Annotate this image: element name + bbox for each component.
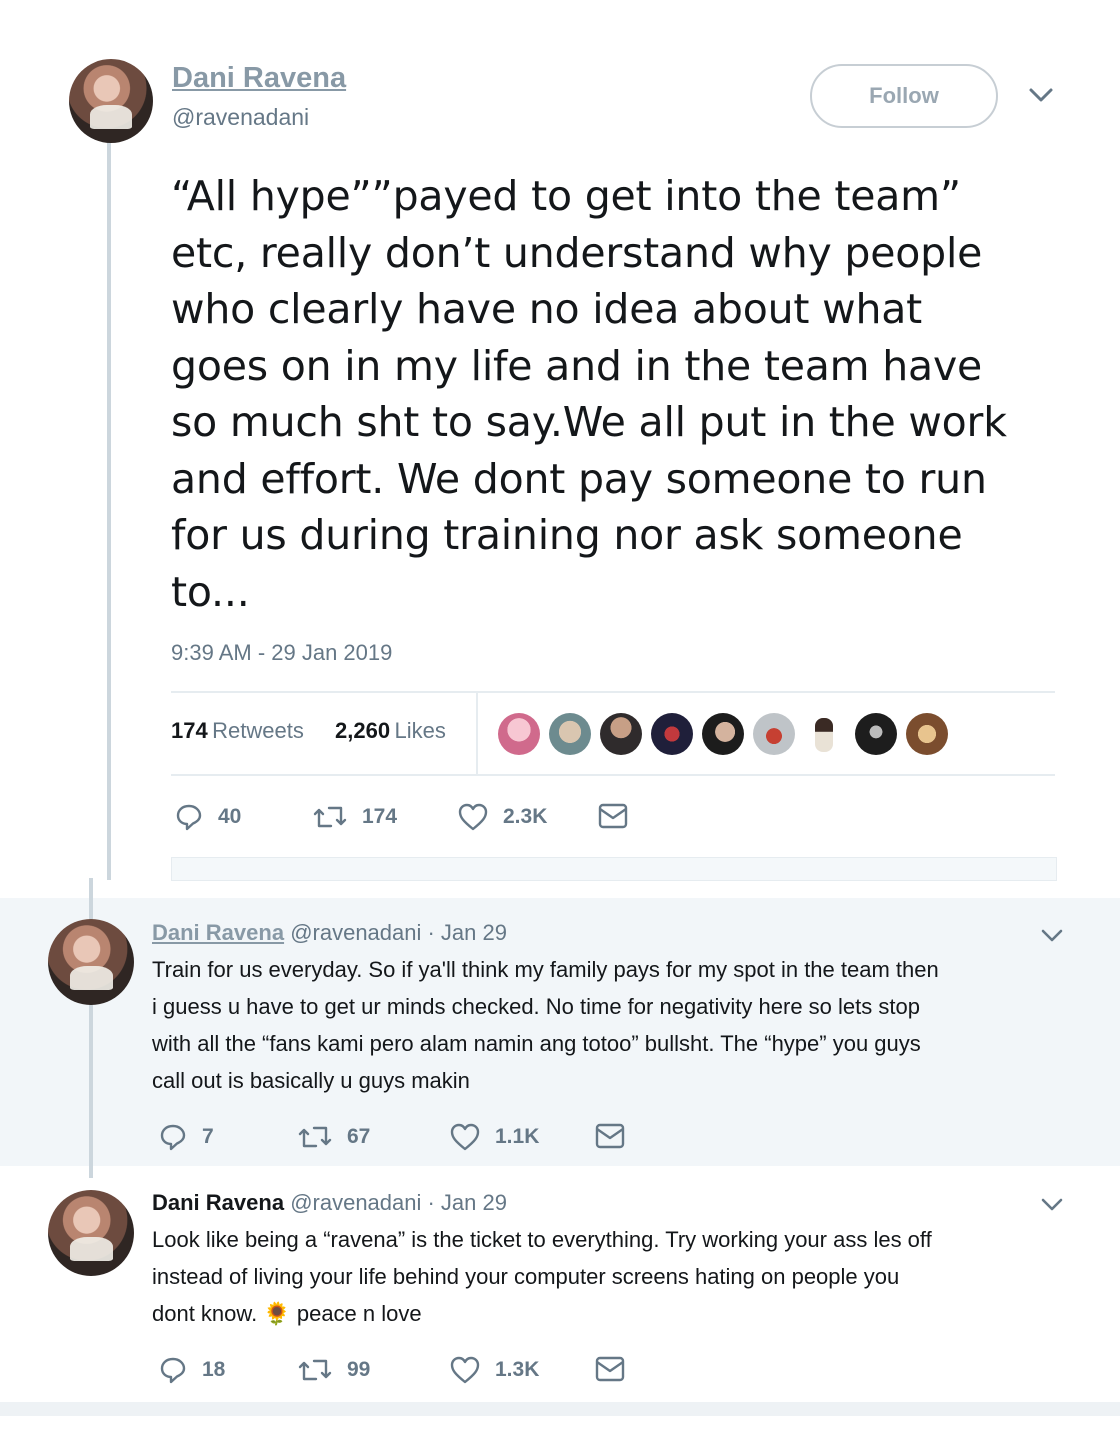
reply-action[interactable]: 7 (158, 1122, 214, 1152)
sunflower-emoji-icon: 🌻 (263, 1301, 291, 1326)
chevron-down-icon[interactable] (1040, 1197, 1064, 1218)
reply-count: 7 (202, 1125, 214, 1148)
retweet-count: 67 (347, 1125, 371, 1148)
reply-text-line: instead of living your life behind your … (152, 1264, 900, 1289)
like-action[interactable]: 2.3K (457, 802, 547, 832)
reply-icon (158, 1122, 188, 1152)
liker-avatar[interactable] (753, 713, 795, 755)
bottom-border (0, 1402, 1120, 1416)
liker-avatar[interactable] (600, 713, 642, 755)
chevron-down-icon[interactable] (1040, 928, 1064, 949)
message-icon (594, 1122, 626, 1150)
liker-avatar[interactable] (815, 718, 833, 752)
reply-header: Dani Ravena @ravenadani · Jan 29 (152, 1190, 507, 1216)
retweets-stat[interactable]: 174 Retweets (171, 718, 304, 744)
retweet-icon (297, 1355, 333, 1385)
reply-text: Train for us everyday. So if ya'll think… (152, 957, 939, 1093)
divider (171, 774, 1055, 776)
tweet-timestamp[interactable]: 9:39 AM - 29 Jan 2019 (171, 640, 392, 666)
retweet-icon (297, 1122, 333, 1152)
retweet-count: 99 (347, 1358, 371, 1381)
reply-author-name[interactable]: Dani Ravena (152, 920, 284, 945)
likes-count: 2,260 (335, 718, 391, 743)
likes-label: Likes (394, 718, 446, 743)
reply-count: 40 (218, 805, 242, 828)
reply-composer-bar[interactable] (171, 857, 1057, 881)
retweet-count: 174 (362, 805, 398, 828)
reply-header: Dani Ravena @ravenadani · Jan 29 (152, 920, 507, 946)
reply-icon (158, 1355, 188, 1385)
follow-label: Follow (869, 83, 939, 108)
message-action[interactable] (594, 1355, 626, 1383)
avatar[interactable] (48, 919, 134, 1005)
reply-icon (174, 802, 204, 832)
avatar[interactable] (48, 1190, 134, 1276)
reply-author-name[interactable]: Dani Ravena (152, 1190, 284, 1215)
like-count: 1.3K (495, 1358, 540, 1381)
retweets-label: Retweets (212, 718, 304, 743)
retweet-action[interactable]: 67 (297, 1122, 370, 1152)
like-action[interactable]: 1.1K (449, 1122, 539, 1152)
avatar[interactable] (69, 59, 153, 143)
liker-avatar[interactable] (855, 713, 897, 755)
thread-line (107, 140, 111, 880)
reply-text-fragment: peace n love (296, 1301, 422, 1326)
reply-text-line: Look like being a “ravena” is the ticket… (152, 1227, 932, 1252)
stats-vertical-divider (476, 693, 478, 775)
author-handle: @ravenadani (172, 104, 310, 130)
message-action[interactable] (597, 802, 629, 830)
like-count: 2.3K (503, 805, 548, 828)
like-action[interactable]: 1.3K (449, 1355, 539, 1385)
like-icon (457, 802, 489, 832)
like-icon (449, 1355, 481, 1385)
author-name-link[interactable]: Dani Ravena (172, 62, 346, 95)
retweet-action[interactable]: 99 (297, 1355, 370, 1385)
reply-handle-date: @ravenadani · Jan 29 (290, 1190, 507, 1215)
like-icon (449, 1122, 481, 1152)
reply-action[interactable]: 18 (158, 1355, 225, 1385)
reply-handle-date: @ravenadani · Jan 29 (290, 920, 507, 945)
message-icon (594, 1355, 626, 1383)
divider (171, 691, 1055, 693)
like-count: 1.1K (495, 1125, 540, 1148)
retweets-count: 174 (171, 718, 208, 743)
reply-text-line: dont know. 🌻 peace n love (152, 1295, 1102, 1332)
follow-button[interactable]: Follow (810, 64, 998, 128)
reply-action[interactable]: 40 (174, 802, 241, 832)
liker-avatar[interactable] (651, 713, 693, 755)
tweet-text: “All hype””payed to get into the team” e… (171, 172, 1007, 616)
reply-text-fragment: dont know. (152, 1301, 258, 1326)
retweet-icon (312, 802, 348, 832)
message-action[interactable] (594, 1122, 626, 1150)
liker-avatar[interactable] (498, 713, 540, 755)
reply-count: 18 (202, 1358, 226, 1381)
message-icon (597, 802, 629, 830)
reply-text: Look like being a “ravena” is the ticket… (152, 1221, 1102, 1332)
likes-stat[interactable]: 2,260 Likes (335, 718, 446, 744)
liker-avatar[interactable] (702, 713, 744, 755)
chevron-down-icon[interactable] (1028, 86, 1054, 109)
retweet-action[interactable]: 174 (312, 802, 397, 832)
liker-avatar[interactable] (906, 713, 948, 755)
liker-avatar[interactable] (549, 713, 591, 755)
